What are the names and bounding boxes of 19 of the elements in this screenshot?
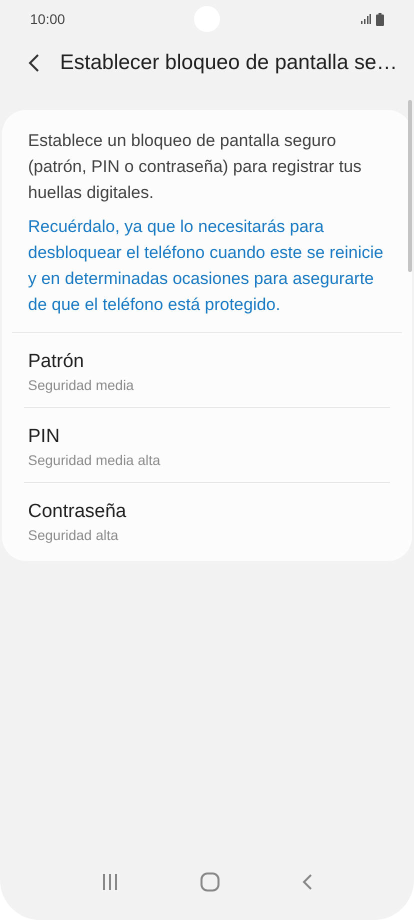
- note-text: Recuérdalo, ya que lo necesitarás para desbloquear el teléfono cuando este se reinicie y en determinadas ocasiones para asegurarte de que el teléfono está protegido.: [28, 216, 384, 316]
- option-title: Contraseña: [28, 501, 128, 523]
- home-icon: [200, 872, 220, 892]
- lock-option[interactable]: PIN Seguridad media alta: [24, 407, 390, 482]
- back-icon: [301, 873, 314, 891]
- screen-title: Establecer bloqueo de pantalla se…: [60, 51, 398, 75]
- option-title: PIN: [28, 426, 61, 448]
- battery-icon: [376, 12, 384, 26]
- status-time: 10:00: [30, 11, 66, 27]
- option-title: Patrón: [28, 351, 85, 373]
- option-subtitle: Seguridad media: [28, 377, 135, 393]
- signal-icon: [361, 14, 371, 24]
- intro-text: Establece un bloqueo de pantalla seguro (patrón, PIN o contraseña) para registrar tus huellas digitales.: [28, 130, 363, 204]
- lock-option[interactable]: Patrón Seguridad media: [24, 333, 390, 407]
- option-subtitle: Seguridad media alta: [28, 452, 162, 468]
- option-subtitle: Seguridad alta: [28, 527, 120, 543]
- lock-option[interactable]: Contraseña Seguridad alta: [24, 482, 390, 557]
- back-icon: [28, 53, 40, 73]
- recent-apps-icon: [100, 873, 119, 891]
